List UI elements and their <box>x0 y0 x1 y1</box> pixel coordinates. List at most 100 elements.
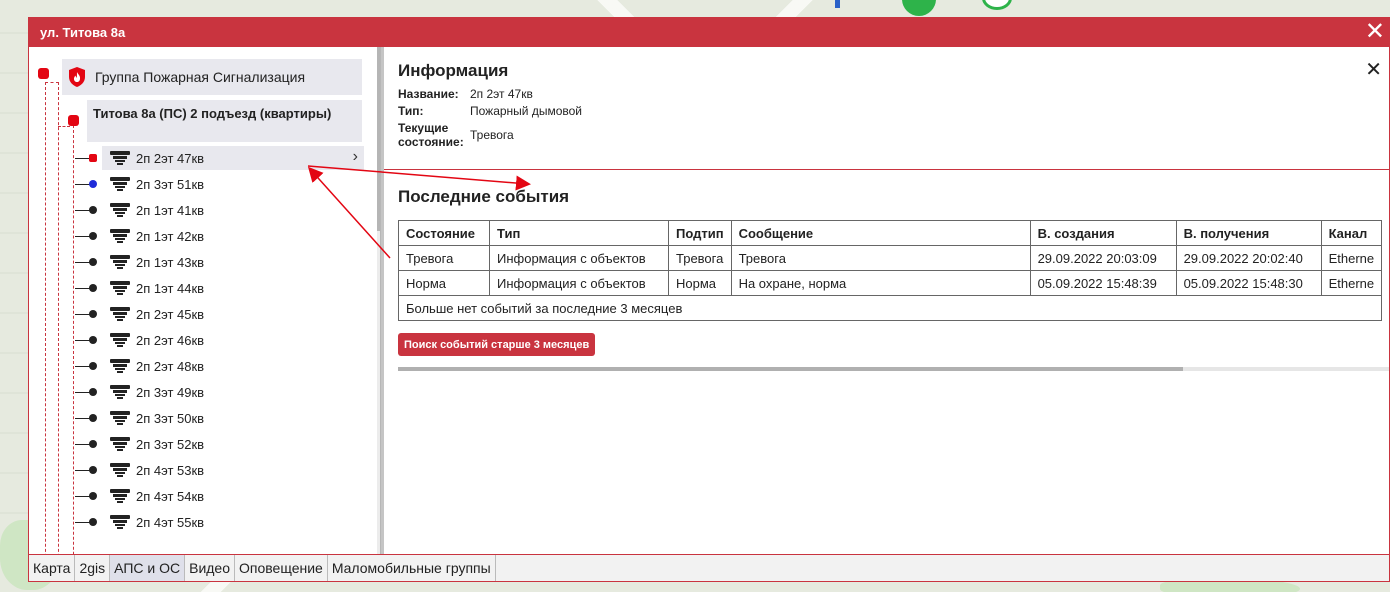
table-row[interactable]: Тревога Информация с объектов Тревога Тр… <box>398 245 1383 271</box>
section-divider <box>384 169 1389 170</box>
tab-item[interactable]: Карта <box>29 555 76 581</box>
events-title: Последние события <box>398 187 570 206</box>
smoke-detector-icon <box>110 385 130 399</box>
table-footer-row: Больше нет событий за последние 3 месяце… <box>397 295 1383 321</box>
tree-item[interactable]: 2п 3эт 49кв <box>75 380 364 404</box>
tree-group[interactable]: Группа Пожарная Сигнализация <box>62 59 362 95</box>
subgroup-state-indicator <box>68 115 79 126</box>
table-horizontal-scrollbar-thumb[interactable] <box>398 367 1183 371</box>
state-indicator <box>89 284 97 292</box>
table-cell: Etherne <box>1320 270 1383 296</box>
state-indicator <box>89 414 97 422</box>
tree-item[interactable]: 2п 2эт 46кв <box>75 328 364 352</box>
info-title: Информация <box>398 61 509 80</box>
state-indicator <box>89 492 97 500</box>
column-header[interactable]: В. получения <box>1175 220 1322 246</box>
tree-item-label: 2п 2эт 45кв <box>136 306 205 322</box>
window-title: ул. Титова 8а <box>40 25 126 40</box>
smoke-detector-icon <box>110 333 130 347</box>
tree-item[interactable]: 2п 2эт 48кв <box>75 354 364 378</box>
tree-item-label: 2п 2эт 48кв <box>136 358 205 374</box>
tree-item-label: 2п 4эт 55кв <box>136 514 205 530</box>
tab-item[interactable]: Видео <box>185 555 236 581</box>
column-header[interactable]: Тип <box>489 220 669 246</box>
smoke-detector-icon <box>110 515 130 529</box>
state-indicator <box>89 362 97 370</box>
group-label: Группа Пожарная Сигнализация <box>95 69 306 85</box>
state-indicator <box>89 154 97 162</box>
fire-shield-icon <box>69 67 85 87</box>
table-header-row: Состояние Тип Подтип Сообщение В. создан… <box>398 220 1383 246</box>
tree-item-label: 2п 3эт 51кв <box>136 176 205 192</box>
tab-item[interactable]: Оповещение <box>235 555 328 581</box>
tree-item[interactable]: 2п 3эт 52кв <box>75 432 364 456</box>
tree-connector <box>73 125 74 554</box>
table-cell: Тревога <box>730 245 1031 271</box>
tree-scrollbar-thumb[interactable] <box>377 47 380 231</box>
column-header[interactable]: В. создания <box>1029 220 1177 246</box>
bottom-tabs: Карта 2gis АПС и ОС Видео Оповещение Маломоби… <box>29 554 1389 581</box>
tree-item[interactable]: 2п 2эт 45кв <box>75 302 364 326</box>
column-header[interactable]: Канал <box>1320 220 1383 246</box>
table-horizontal-scrollbar[interactable] <box>398 367 1389 371</box>
info-panel: Информация ✕ Название: 2п 2эт 47кв Тип: … <box>381 47 1389 554</box>
state-indicator <box>89 518 97 526</box>
tree-item-label: 2п 3эт 49кв <box>136 384 205 400</box>
tree-item[interactable]: 2п 2эт 47кв › <box>75 146 364 170</box>
state-indicator <box>89 466 97 474</box>
tree-item[interactable]: 2п 4эт 53кв <box>75 458 364 482</box>
table-cell: На охране, норма <box>730 270 1031 296</box>
tree-item[interactable]: 2п 1эт 41кв <box>75 198 364 222</box>
tree-item[interactable]: 2п 1эт 44кв <box>75 276 364 300</box>
table-cell: Информация с объектов <box>489 270 669 296</box>
smoke-detector-icon <box>110 281 130 295</box>
no-more-events-text: Больше нет событий за последние 3 месяце… <box>397 295 1383 321</box>
tree-item-label: 2п 1эт 42кв <box>136 228 205 244</box>
tree-item[interactable]: 2п 4эт 54кв <box>75 484 364 508</box>
column-header[interactable]: Подтип <box>668 220 732 246</box>
tree-item[interactable]: 2п 4эт 55кв <box>75 510 364 534</box>
table-cell: Etherne <box>1320 245 1383 271</box>
table-row[interactable]: Норма Информация с объектов Норма На охр… <box>398 270 1383 296</box>
tree-item[interactable]: 2п 1эт 42кв <box>75 224 364 248</box>
tree-item[interactable]: 2п 3эт 51кв <box>75 172 364 196</box>
tree-item-label: 2п 2эт 47кв <box>136 150 205 166</box>
tree-item[interactable]: 2п 1эт 43кв <box>75 250 364 274</box>
tab-item[interactable]: 2gis <box>75 555 111 581</box>
state-indicator <box>89 388 97 396</box>
tree-item[interactable]: 2п 3эт 50кв <box>75 406 364 430</box>
tree-scrollbar[interactable] <box>377 47 380 554</box>
type-value: Пожарный дымовой <box>470 104 582 118</box>
tab-item[interactable]: АПС и ОС <box>110 555 186 581</box>
smoke-detector-icon <box>110 255 130 269</box>
info-details: Название: 2п 2эт 47кв Тип: Пожарный дымо… <box>398 87 582 152</box>
state-indicator <box>89 180 97 188</box>
window-close-icon[interactable]: ✕ <box>1365 19 1385 45</box>
table-cell: Норма <box>668 270 732 296</box>
tree-item-label: 2п 1эт 44кв <box>136 280 205 296</box>
state-indicator <box>89 206 97 214</box>
table-cell: 05.09.2022 15:48:30 <box>1175 270 1322 296</box>
tree-item-label: 2п 1эт 43кв <box>136 254 205 270</box>
window-titlebar: ул. Титова 8а ✕ <box>29 18 1389 47</box>
smoke-detector-icon <box>110 437 130 451</box>
tree-connector <box>45 82 59 83</box>
tree-connector <box>45 82 46 554</box>
smoke-detector-icon <box>110 307 130 321</box>
smoke-detector-icon <box>110 151 130 165</box>
tree-item-label: 2п 2эт 46кв <box>136 332 205 348</box>
smoke-detector-icon <box>110 203 130 217</box>
column-header[interactable]: Сообщение <box>730 220 1031 246</box>
column-header[interactable]: Состояние <box>398 220 490 246</box>
tree-item-label: 2п 4эт 54кв <box>136 488 205 504</box>
search-older-events-button[interactable]: Поиск событий старше 3 месяцев <box>398 333 596 356</box>
smoke-detector-icon <box>110 463 130 477</box>
tab-item[interactable]: Маломобильные группы <box>328 555 496 581</box>
info-close-icon[interactable]: ✕ <box>1365 57 1382 82</box>
smoke-detector-icon <box>110 177 130 191</box>
tree-subgroup[interactable]: Титова 8а (ПС) 2 подъезд (квартиры) <box>87 100 362 142</box>
tree-item-label: 2п 4эт 53кв <box>136 462 205 478</box>
chevron-right-icon[interactable]: › <box>353 148 358 166</box>
state-indicator <box>89 232 97 240</box>
smoke-detector-icon <box>110 229 130 243</box>
